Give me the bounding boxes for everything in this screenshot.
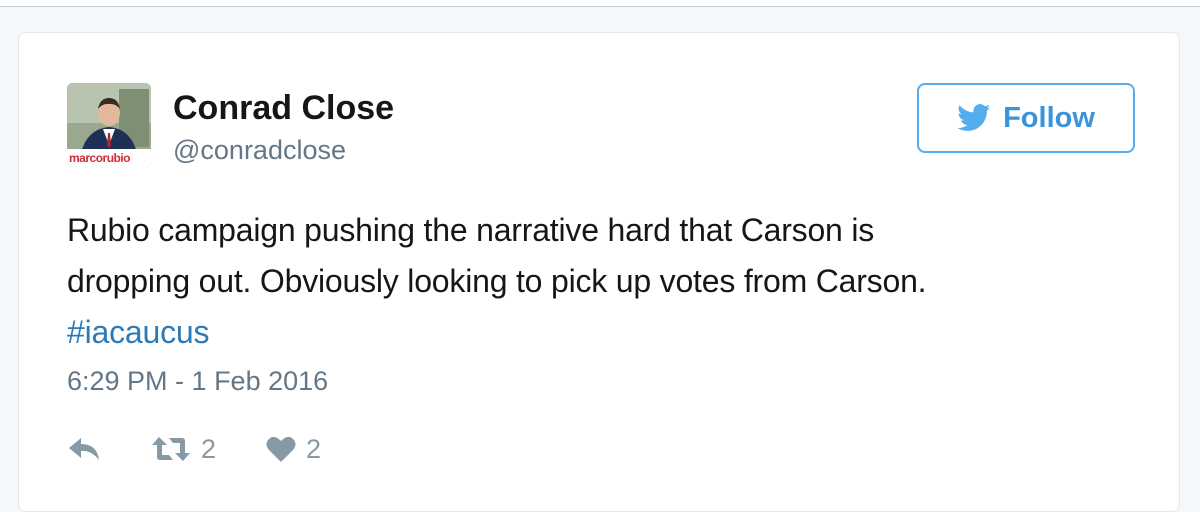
tweet-text-line: dropping out. Obviously looking to pick … — [67, 263, 927, 299]
twitter-bird-icon — [957, 104, 991, 131]
reply-button[interactable] — [67, 436, 101, 462]
tweet-text-line: Rubio campaign pushing the narrative har… — [67, 212, 875, 248]
like-count: 2 — [306, 433, 322, 464]
top-divider — [0, 0, 1200, 7]
avatar[interactable]: marcorubio — [67, 83, 151, 167]
retweet-count: 2 — [201, 433, 217, 464]
author-handle[interactable]: @conradclose — [173, 135, 346, 166]
reply-icon — [69, 438, 99, 460]
tweet-card: marcorubio Conrad Close @conradclose Fol… — [18, 32, 1180, 512]
retweet-icon — [152, 437, 190, 461]
tweet-text: Rubio campaign pushing the narrative har… — [67, 205, 1127, 358]
like-button[interactable]: 2 — [266, 434, 321, 465]
hashtag-link[interactable]: #iacaucus — [67, 307, 1127, 358]
retweet-button[interactable]: 2 — [151, 434, 216, 465]
tweet-timestamp[interactable]: 6:29 PM - 1 Feb 2016 — [67, 366, 328, 397]
tweet-actions: 2 2 — [67, 431, 321, 467]
follow-button[interactable]: Follow — [917, 83, 1135, 153]
heart-icon — [266, 436, 296, 462]
follow-label: Follow — [1003, 101, 1095, 134]
avatar-campaign-logo: marcorubio — [69, 151, 131, 165]
author-name[interactable]: Conrad Close — [173, 89, 394, 128]
